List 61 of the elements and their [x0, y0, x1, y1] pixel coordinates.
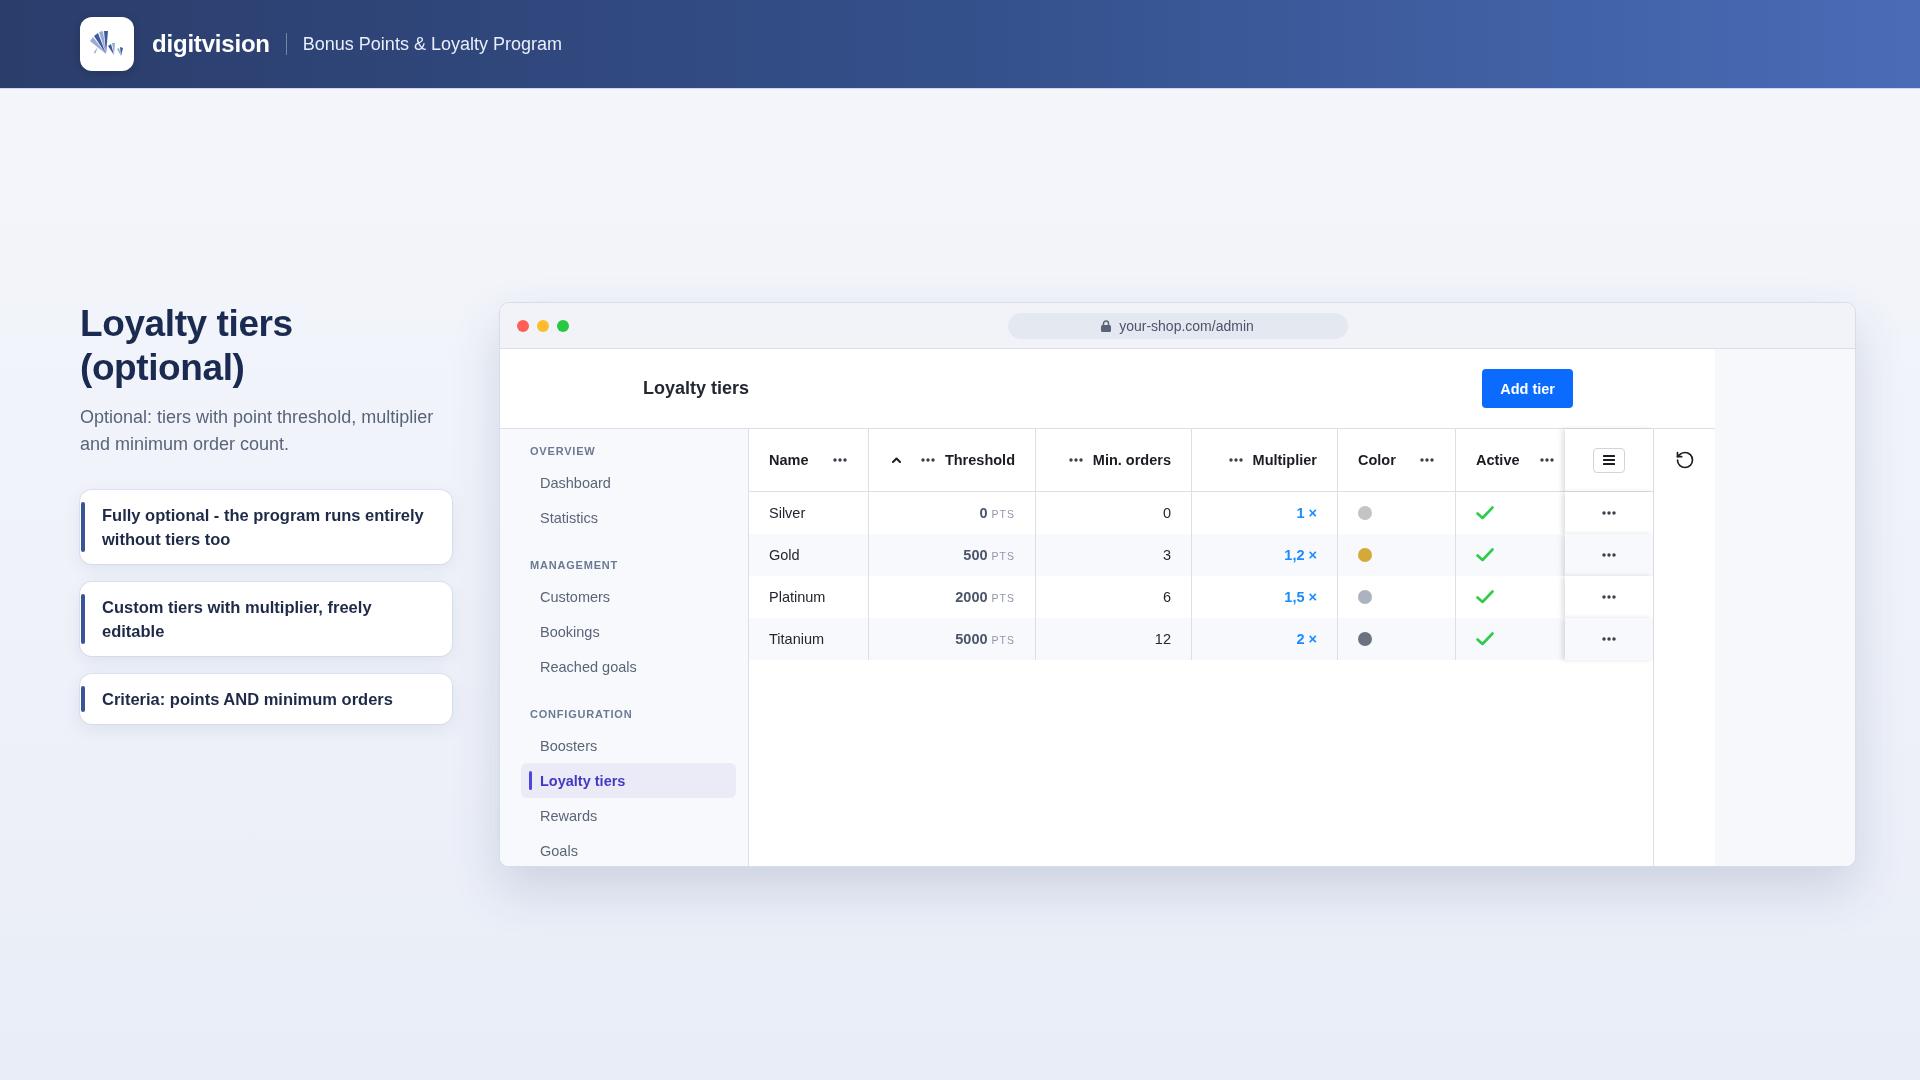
sidebar-item[interactable]: Dashboard — [521, 465, 736, 500]
more-icon[interactable] — [1602, 595, 1616, 599]
sidebar-item[interactable]: Customers — [521, 579, 736, 614]
multiplier-value: 2 × — [1296, 631, 1317, 647]
more-icon[interactable] — [1228, 458, 1243, 462]
logo-icon — [80, 17, 134, 71]
sidebar-item[interactable]: Boosters — [521, 728, 736, 763]
sidebar-section-label: CONFIGURATION — [529, 707, 634, 722]
more-icon[interactable] — [1539, 458, 1554, 462]
product-name: Bonus Points & Loyalty Program — [302, 33, 562, 55]
intro-subtitle: Optional: tiers with point threshold, multiplier and minimum order count. — [80, 406, 435, 456]
more-icon[interactable] — [1602, 511, 1616, 515]
menu-icon — [1603, 455, 1615, 465]
feature-text: Fully optional - the program runs entirely without tiers too — [102, 505, 425, 550]
tier-name: Titanium — [769, 631, 825, 647]
multiplier-value: 1,5 × — [1284, 589, 1317, 605]
column-header[interactable]: Active — [1476, 452, 1520, 468]
address-bar[interactable]: your-shop.com/admin — [1007, 312, 1348, 339]
sidebar-item[interactable]: Bookings — [521, 614, 736, 649]
multiplier-value: 1,2 × — [1284, 547, 1317, 563]
feature-text: Custom tiers with multiplier, freely editable — [102, 597, 373, 642]
min-orders-value: 3 — [1162, 547, 1171, 563]
caret-up-icon[interactable] — [891, 457, 901, 463]
more-icon[interactable] — [832, 458, 847, 462]
column-header[interactable]: Color — [1358, 452, 1396, 468]
sidebar-section-label: OVERVIEW — [529, 444, 597, 459]
sidebar-item[interactable]: Loyalty tiers — [521, 763, 736, 798]
close-window-icon[interactable] — [517, 319, 529, 332]
threshold-value: 2000 PTS — [955, 589, 1015, 605]
more-icon[interactable] — [1068, 458, 1083, 462]
tier-name: Gold — [769, 547, 800, 563]
lock-icon — [1101, 319, 1112, 332]
more-icon[interactable] — [1419, 458, 1434, 462]
reset-icon[interactable] — [1674, 450, 1695, 470]
sidebar-item[interactable]: Statistics — [521, 500, 736, 535]
tier-name: Silver — [769, 505, 806, 521]
brand-name: digitvision — [152, 30, 270, 58]
more-icon[interactable] — [1602, 553, 1616, 557]
intro-title: Loyalty tiers (optional) — [80, 302, 294, 390]
threshold-value: 5000 PTS — [955, 631, 1015, 647]
min-orders-value: 0 — [1162, 505, 1171, 521]
tier-name: Platinum — [769, 589, 826, 605]
column-header[interactable]: Min. orders — [1092, 452, 1171, 468]
column-header[interactable]: Threshold — [944, 452, 1015, 468]
column-header[interactable]: Name — [769, 452, 809, 468]
threshold-value: 500 PTS — [963, 547, 1015, 563]
page-title: Loyalty tiers — [643, 378, 750, 399]
add-tier-button[interactable]: Add tier — [1482, 369, 1573, 408]
min-orders-value: 12 — [1154, 631, 1171, 647]
feature-text: Criteria: points AND minimum orders — [102, 689, 394, 710]
sidebar-item[interactable]: Reached goals — [521, 649, 736, 684]
multiplier-value: 1 × — [1296, 505, 1317, 521]
sidebar-section-label: MANAGEMENT — [529, 558, 620, 573]
more-icon[interactable] — [920, 458, 935, 462]
threshold-value: 0 PTS — [979, 505, 1015, 521]
more-icon[interactable] — [1602, 637, 1616, 641]
sidebar-item[interactable]: Rewards — [521, 798, 736, 833]
column-header[interactable]: Multiplier — [1252, 452, 1317, 468]
column-settings-button[interactable] — [1593, 447, 1625, 473]
min-orders-value: 6 — [1162, 589, 1171, 605]
sidebar-item[interactable]: Goals — [521, 833, 736, 866]
